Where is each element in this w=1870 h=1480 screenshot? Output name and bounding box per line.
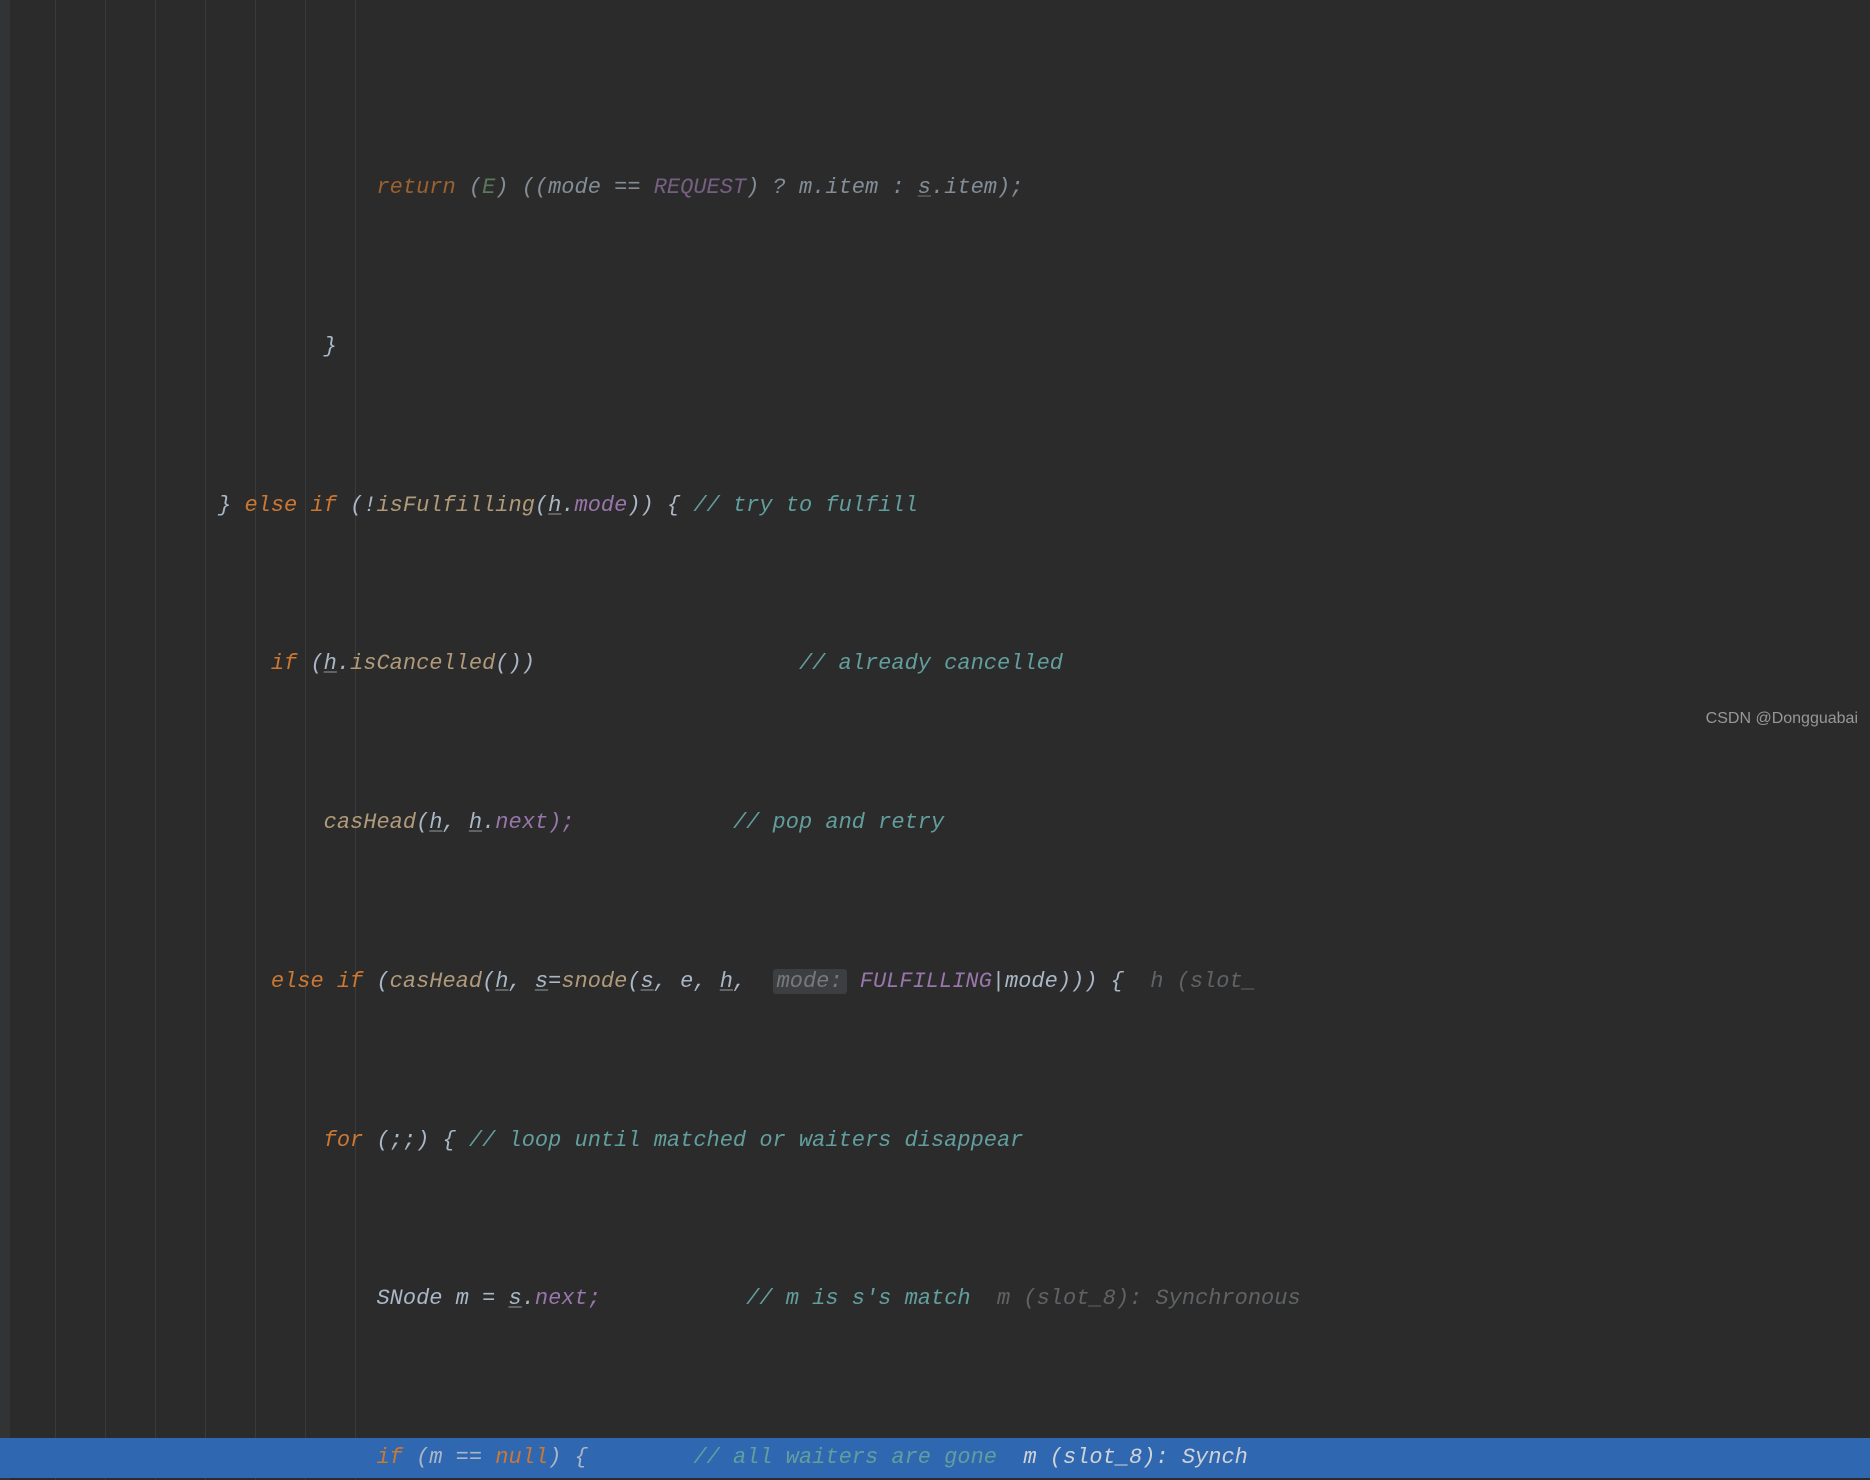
inline-hint: m (slot_8): Synchronous (997, 1286, 1301, 1311)
code-line: casHead(h, h.next); // pop and retry (0, 803, 1870, 843)
code-line-current: if (m == null) { // all waiters are gone… (0, 1438, 1870, 1478)
watermark: CSDN @Dongguabai (1706, 705, 1858, 734)
gutter (0, 0, 10, 1480)
inline-hint: m (slot_8): Synch (1023, 1445, 1247, 1470)
code-line: SNode m = s.next; // m is s's match m (s… (0, 1279, 1870, 1319)
code-line: } else if (!isFulfilling(h.mode)) { // t… (0, 486, 1870, 526)
code-line: else if (casHead(h, s=snode(s, e, h, mod… (0, 962, 1870, 1002)
code-line: return (E) ((mode == REQUEST) ? m.item :… (0, 168, 1870, 208)
code-editor[interactable]: return (E) ((mode == REQUEST) ? m.item :… (0, 0, 1870, 1480)
inline-hint: h (slot_ (1150, 969, 1256, 994)
code-line: for (;;) { // loop until matched or wait… (0, 1121, 1870, 1161)
code-line: } (0, 327, 1870, 367)
code-line: if (h.isCancelled()) // already cancelle… (0, 644, 1870, 684)
param-hint: mode: (773, 969, 847, 994)
